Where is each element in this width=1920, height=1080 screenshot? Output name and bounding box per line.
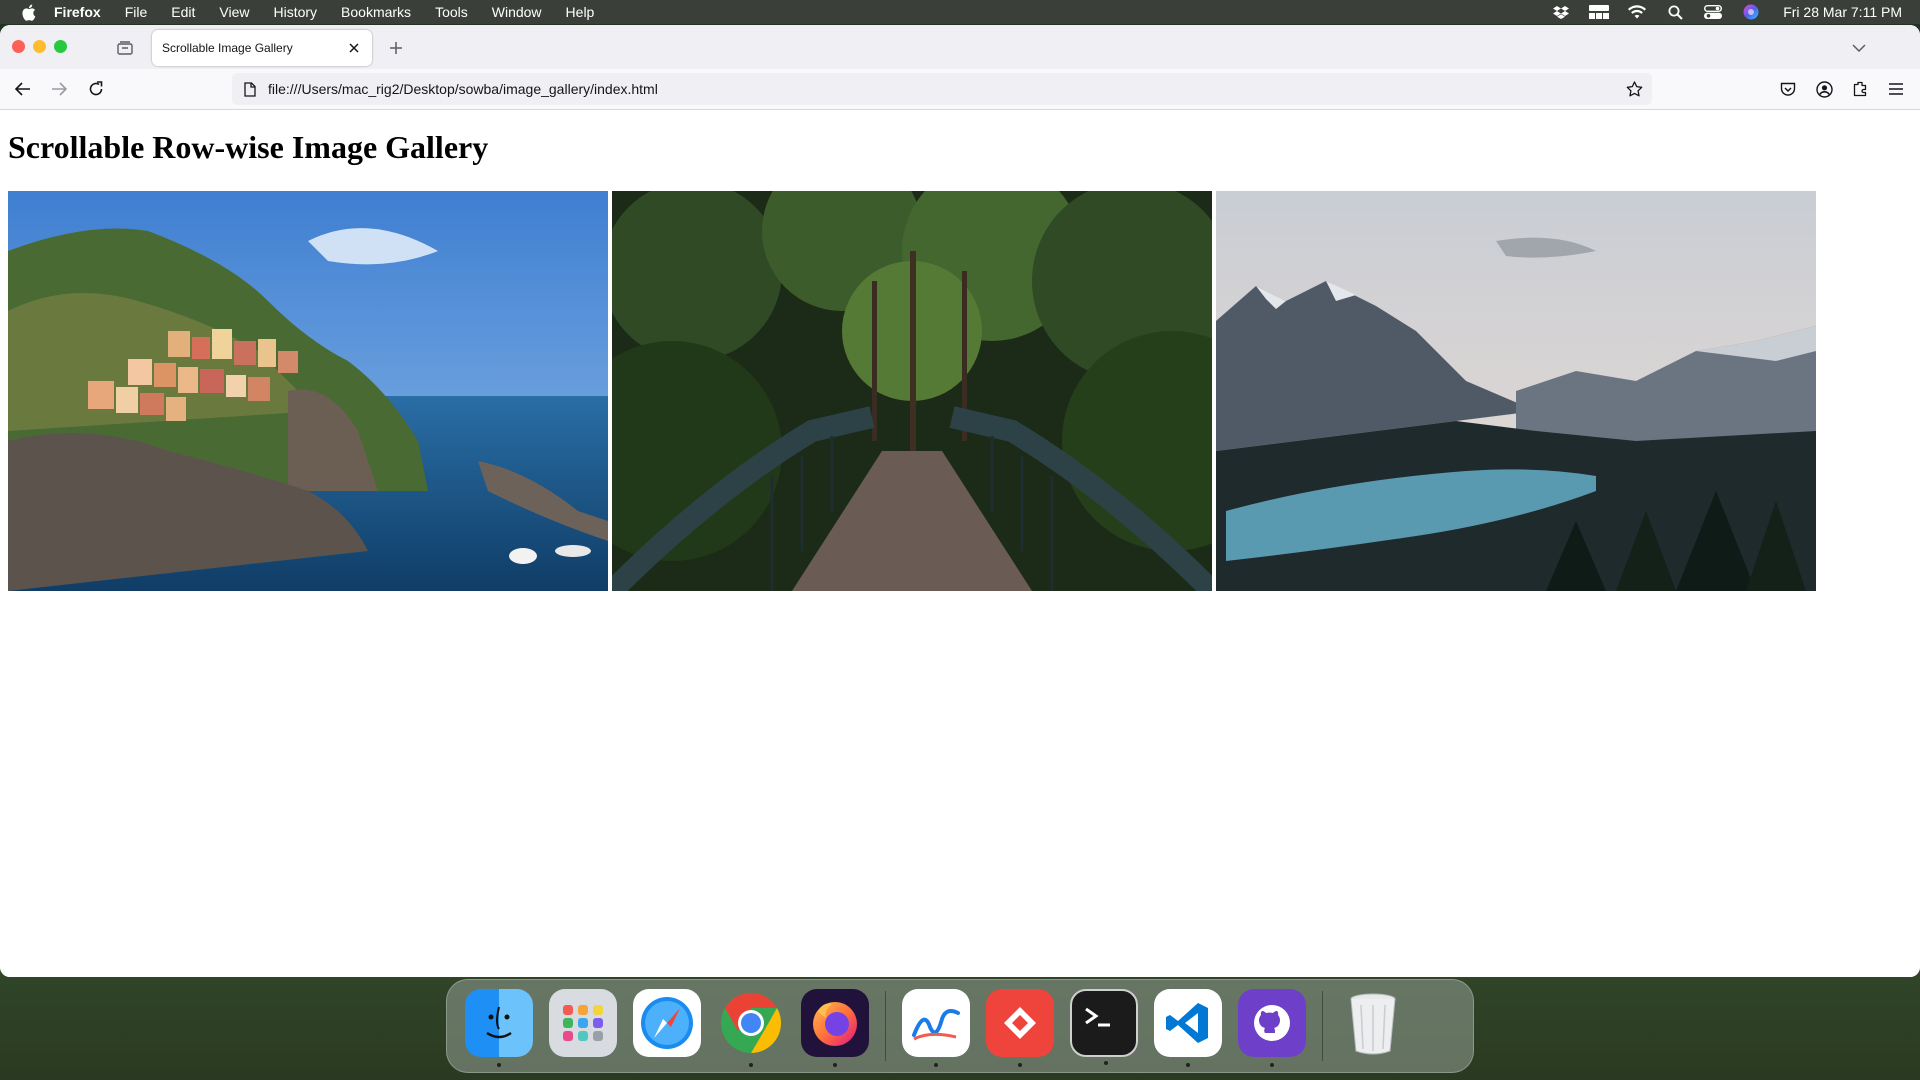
menu-view[interactable]: View [219, 4, 249, 20]
firefox-view-icon[interactable] [114, 37, 136, 59]
menu-window[interactable]: Window [492, 4, 542, 20]
apple-menu-icon[interactable] [18, 4, 38, 21]
window-controls [12, 40, 67, 53]
finder-icon[interactable] [465, 989, 533, 1067]
menu-edit[interactable]: Edit [171, 4, 195, 20]
running-indicator [833, 1063, 837, 1067]
dock-separator [885, 991, 886, 1061]
chrome-icon[interactable] [717, 989, 785, 1067]
firefox-icon[interactable] [801, 989, 869, 1067]
menu-bookmarks[interactable]: Bookmarks [341, 4, 411, 20]
control-center-icon[interactable] [1703, 4, 1723, 20]
tab-active[interactable]: Scrollable Image Gallery [152, 30, 372, 66]
freeform-icon[interactable] [902, 989, 970, 1067]
navigation-toolbar: file:///Users/mac_rig2/Desktop/sowba/ima… [0, 69, 1920, 110]
running-indicator [934, 1063, 938, 1067]
running-indicator [1186, 1063, 1190, 1067]
close-tab-icon[interactable] [344, 38, 364, 58]
url-bar[interactable]: file:///Users/mac_rig2/Desktop/sowba/ima… [232, 73, 1652, 105]
menu-file[interactable]: File [125, 4, 148, 20]
menu-app-name[interactable]: Firefox [54, 4, 101, 20]
tab-title: Scrollable Image Gallery [162, 41, 293, 55]
zoom-window-button[interactable] [54, 40, 67, 53]
menu-history[interactable]: History [273, 4, 317, 20]
siri-icon[interactable] [1741, 4, 1761, 20]
new-tab-icon[interactable] [385, 37, 407, 59]
vscode-icon[interactable] [1154, 989, 1222, 1067]
trash-icon[interactable] [1339, 989, 1407, 1057]
url-text[interactable]: file:///Users/mac_rig2/Desktop/sowba/ima… [268, 81, 658, 97]
extensions-icon[interactable] [1848, 78, 1872, 100]
github-desktop-icon[interactable] [1238, 989, 1306, 1067]
mountain-lake-photo[interactable] [1216, 191, 1816, 591]
safari-icon[interactable] [633, 989, 701, 1057]
coastal-village-photo[interactable] [8, 191, 608, 591]
page-icon[interactable] [241, 80, 259, 98]
image-gallery-row[interactable] [8, 191, 1816, 591]
search-icon[interactable] [1665, 4, 1685, 20]
bookmark-star-icon[interactable] [1624, 79, 1644, 99]
menu-help[interactable]: Help [566, 4, 595, 20]
running-indicator [497, 1063, 501, 1067]
forward-icon[interactable] [47, 78, 71, 100]
page-content: Scrollable Row-wise Image Gallery [0, 110, 1920, 977]
back-icon[interactable] [11, 78, 35, 100]
launchpad-icon[interactable] [549, 989, 617, 1057]
hamburger-menu-icon[interactable] [1884, 78, 1908, 100]
close-window-button[interactable] [12, 40, 25, 53]
forest-bridge-photo[interactable] [612, 191, 1212, 591]
running-indicator [1104, 1061, 1108, 1065]
grid-icon[interactable] [1589, 4, 1610, 20]
wifi-icon[interactable] [1627, 4, 1647, 20]
tab-bar: Scrollable Image Gallery [0, 25, 1920, 69]
minimize-window-button[interactable] [33, 40, 46, 53]
dock [446, 979, 1474, 1073]
account-icon[interactable] [1812, 78, 1836, 100]
page-title: Scrollable Row-wise Image Gallery [8, 129, 489, 165]
menu-bar: Firefox File Edit View History Bookmarks… [0, 0, 1920, 24]
firefox-window: Scrollable Image Gallery file:///Users/m… [0, 25, 1920, 977]
reload-icon[interactable] [84, 78, 108, 100]
dropbox-icon[interactable] [1551, 4, 1571, 20]
terminal-icon[interactable] [1070, 989, 1138, 1065]
list-all-tabs-icon[interactable] [1848, 37, 1870, 59]
running-indicator [1018, 1063, 1022, 1067]
running-indicator [1270, 1063, 1274, 1067]
menu-tools[interactable]: Tools [435, 4, 468, 20]
dock-separator [1322, 991, 1323, 1061]
menu-clock[interactable]: Fri 28 Mar 7:11 PM [1783, 4, 1902, 20]
anydesk-icon[interactable] [986, 989, 1054, 1067]
pocket-icon[interactable] [1776, 78, 1800, 100]
running-indicator [749, 1063, 753, 1067]
